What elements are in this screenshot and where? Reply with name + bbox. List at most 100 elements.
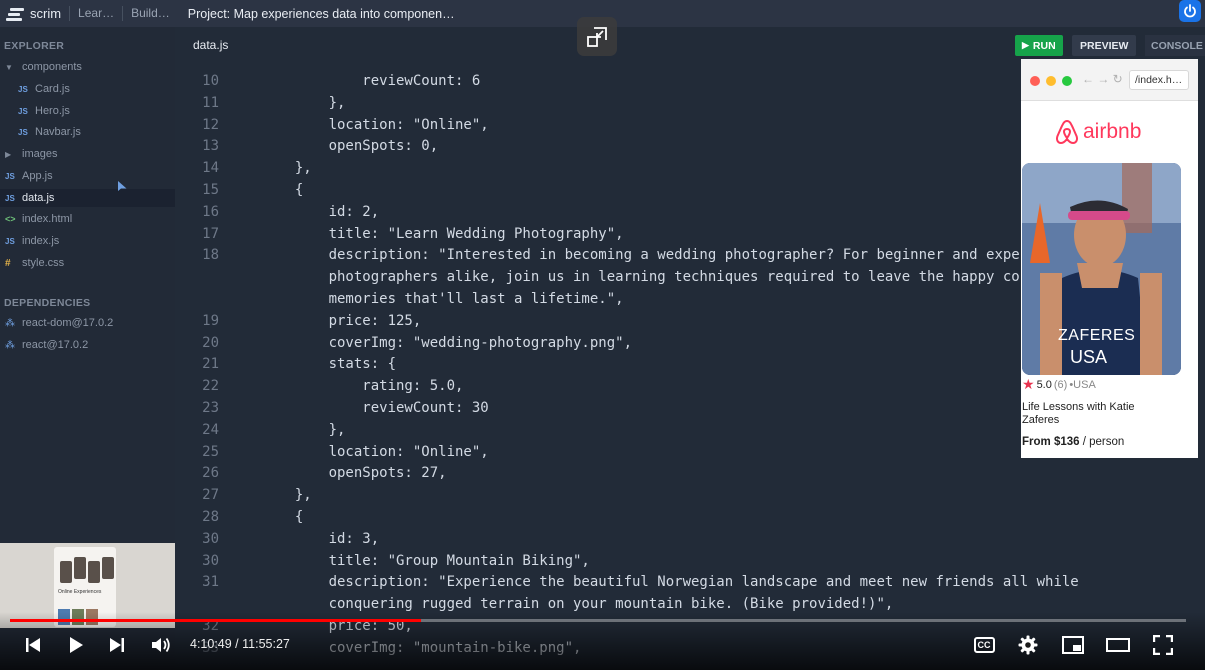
skip-next-icon	[110, 638, 124, 652]
code-line[interactable]: 15 {	[175, 179, 303, 201]
editor-tab-data-js[interactable]: data.js	[193, 38, 228, 52]
line-number: 21	[202, 356, 219, 373]
thumbnail-heading: Online Experiences	[58, 589, 102, 595]
file-label: index.js	[22, 235, 60, 247]
line-number: 20	[202, 334, 219, 351]
package-icon: ⁂	[5, 339, 15, 351]
code-line[interactable]: 28 {	[175, 506, 303, 528]
code-line[interactable]: 20 coverImg: "wedding-photography.png",	[175, 332, 632, 354]
line-number: 15	[202, 182, 219, 198]
code-line[interactable]: 10 reviewCount: 6	[175, 70, 480, 92]
file-app[interactable]: JS App.js	[5, 167, 53, 185]
file-card[interactable]: JS Card.js	[18, 80, 70, 98]
code-text: memories that'll last a lifetime.",	[219, 291, 624, 307]
code-line[interactable]: 24 },	[175, 419, 345, 441]
file-index-html[interactable]: <> index.html	[5, 210, 72, 228]
exit-miniplayer-button[interactable]	[577, 17, 617, 56]
folder-components[interactable]: ▼ components	[5, 58, 82, 76]
line-number: 30	[202, 530, 219, 547]
miniplayer-button[interactable]	[1060, 633, 1086, 657]
previous-button[interactable]	[20, 633, 46, 657]
code-line[interactable]: 30 title: "Group Mountain Biking",	[175, 550, 590, 572]
power-button[interactable]	[1179, 0, 1201, 22]
line-number: 19	[202, 312, 219, 329]
code-line[interactable]: 30 id: 3,	[175, 528, 379, 550]
code-line[interactable]: 23 reviewCount: 30	[175, 397, 489, 419]
captions-button[interactable]: CC	[970, 633, 998, 657]
code-line[interactable]: 12 location: "Online",	[175, 114, 489, 136]
play-button[interactable]	[63, 633, 89, 657]
time-display: 4:10:49 / 11:55:27	[190, 637, 290, 651]
progress-bar[interactable]	[10, 619, 1186, 622]
explorer-heading: EXPLORER	[4, 40, 65, 52]
fullscreen-button[interactable]	[1150, 633, 1176, 657]
brand-name: scrim	[30, 6, 62, 21]
code-text: id: 2,	[219, 203, 380, 220]
code-line[interactable]: 21 stats: {	[175, 353, 396, 375]
scrimba-logo[interactable]: scrim	[0, 6, 61, 21]
file-style[interactable]: # style.css	[5, 254, 64, 272]
power-icon	[1184, 4, 1196, 18]
code-text: photographers alike, join us in learning…	[219, 269, 1020, 286]
code-line[interactable]: 13 openSpots: 0,	[175, 135, 438, 157]
line-number: 23	[202, 400, 219, 416]
close-dot-icon	[1030, 76, 1040, 86]
code-line[interactable]: 26 openSpots: 27,	[175, 462, 446, 484]
code-text: coverImg: "wedding-photography.png",	[219, 334, 633, 351]
code-line[interactable]: 16 id: 2,	[175, 201, 379, 223]
file-data[interactable]: JS data.js	[0, 189, 175, 207]
code-line[interactable]: 18 description: "Interested in becoming …	[175, 244, 1020, 266]
dependency-react[interactable]: ⁂ react@17.0.2	[5, 336, 88, 354]
html-file-icon: <>	[5, 214, 16, 224]
jersey-country: USA	[1070, 347, 1108, 367]
dependency-react-dom[interactable]: ⁂ react-dom@17.0.2	[5, 314, 113, 332]
css-file-icon: #	[5, 257, 11, 269]
preview-pane[interactable]: ← → ↻ /index.h… airbnb ZAFERES USA ★ 5.0…	[1021, 59, 1198, 458]
console-button[interactable]: CONSOLE	[1145, 35, 1205, 56]
captions-icon: CC	[973, 637, 995, 653]
code-line[interactable]: photographers alike, join us in learning…	[175, 266, 1020, 288]
file-hero[interactable]: JS Hero.js	[18, 102, 70, 120]
line-number: 25	[202, 443, 219, 460]
code-line[interactable]: 27 },	[175, 484, 312, 506]
line-number: 22	[202, 378, 219, 395]
code-line[interactable]: 19 price: 125,	[175, 310, 421, 332]
code-text: {	[219, 182, 304, 198]
card-title: Life Lessons with Katie Zaferes	[1022, 401, 1135, 426]
file-label: style.css	[22, 257, 65, 269]
next-button[interactable]	[104, 633, 130, 657]
code-line[interactable]: 22 rating: 5.0,	[175, 375, 463, 397]
card-location: •USA	[1069, 378, 1096, 391]
settings-button[interactable]	[1015, 633, 1041, 657]
code-line[interactable]: 14 },	[175, 157, 312, 179]
file-index-js[interactable]: JS index.js	[5, 232, 59, 250]
code-line[interactable]: 25 location: "Online",	[175, 441, 489, 463]
volume-icon	[152, 637, 170, 653]
line-number: 12	[202, 116, 219, 133]
code-line[interactable]: 17 title: "Learn Wedding Photography",	[175, 223, 623, 245]
line-number: 28	[202, 509, 219, 525]
code-text: price: 125,	[219, 312, 422, 329]
mouse-cursor-icon	[118, 181, 127, 191]
code-line[interactable]: 11 },	[175, 92, 345, 114]
breadcrumb-module[interactable]: Build…	[122, 6, 178, 21]
jersey-name: ZAFERES	[1058, 327, 1136, 344]
volume-button[interactable]	[148, 633, 174, 657]
star-icon: ★	[1022, 376, 1035, 392]
code-line[interactable]: 31 description: "Experience the beautifu…	[175, 571, 1079, 593]
file-navbar[interactable]: JS Navbar.js	[18, 123, 81, 141]
preview-button[interactable]: PREVIEW	[1072, 35, 1137, 56]
code-line[interactable]: memories that'll last a lifetime.",	[175, 288, 624, 310]
breadcrumb-course[interactable]: Lear…	[69, 6, 122, 21]
video-player-controls: 4:10:49 / 11:55:27 CC	[0, 612, 1205, 670]
url-bar[interactable]: /index.h…	[1129, 70, 1189, 90]
folder-images[interactable]: ▶ images	[5, 145, 57, 163]
js-file-icon: JS	[5, 193, 15, 203]
line-number: 30	[202, 552, 219, 569]
rating-value: 5.0	[1036, 378, 1052, 391]
file-label: App.js	[22, 170, 53, 182]
run-button[interactable]: ▶ RUN	[1015, 35, 1063, 56]
card-price: From $136 / person	[1022, 436, 1124, 448]
theater-mode-button[interactable]	[1105, 633, 1131, 657]
browser-nav-icons[interactable]: ← → ↻	[1082, 72, 1123, 86]
